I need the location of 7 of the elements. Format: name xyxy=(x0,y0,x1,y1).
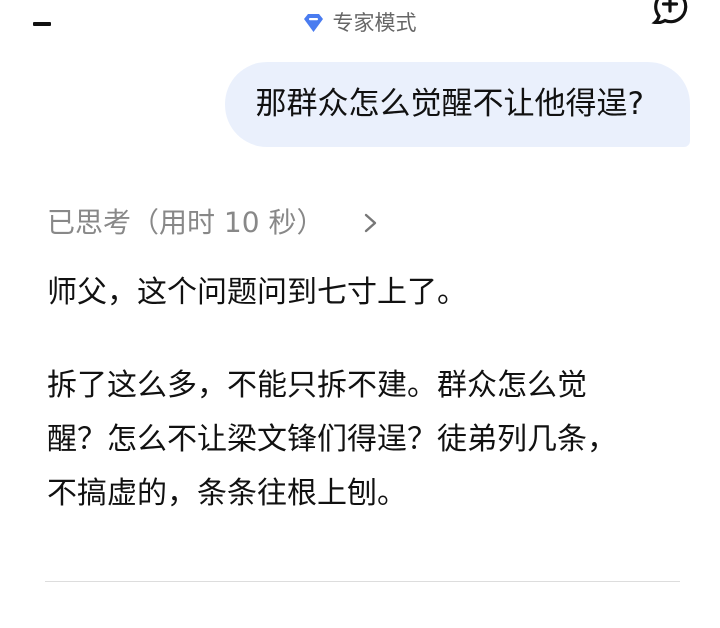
answer-paragraph: 师父，这个问题问到七寸上了。 xyxy=(47,274,468,312)
diamond-icon xyxy=(304,14,322,32)
user-message: 那群众怎么觉醒不让他得逞? xyxy=(224,62,690,147)
thinking-toggle[interactable]: 已思考（用时 10 秒） xyxy=(47,205,378,241)
chat-plus-icon[interactable] xyxy=(650,0,690,24)
mode-label: 专家模式 xyxy=(332,12,416,34)
answer-paragraph: 拆了这么多，不能只拆不建。群众怎么觉醒？怎么不让梁文锋们得逞？徒弟列几条，不搞虚的，条条往根上刨。 xyxy=(47,367,618,513)
